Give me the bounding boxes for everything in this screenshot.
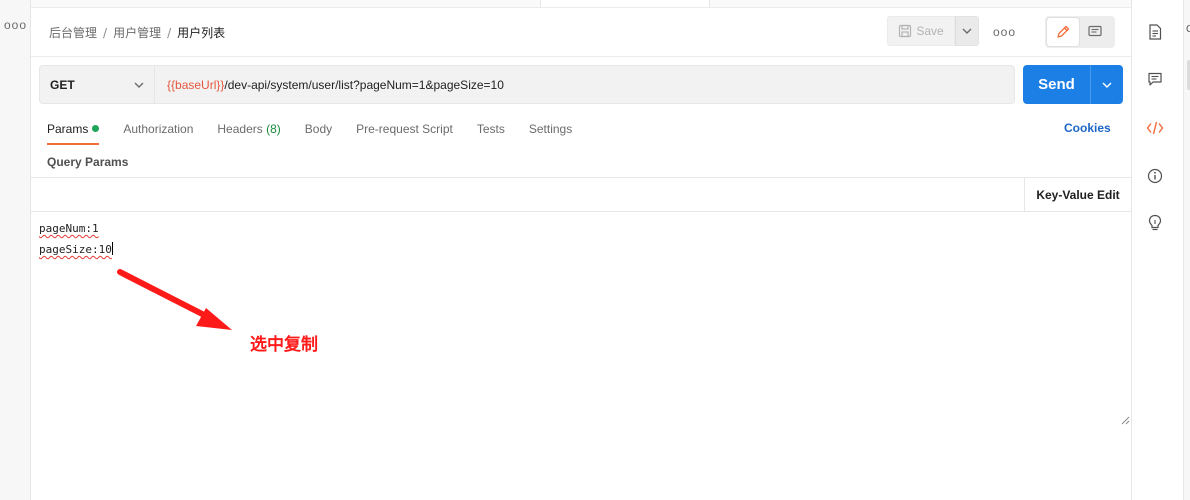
request-header: 后台管理 / 用户管理 / 用户列表 Save ooo — [31, 8, 1131, 57]
url-variable: {{baseUrl}} — [167, 77, 225, 92]
save-label: Save — [916, 24, 944, 38]
params-active-dot — [92, 125, 100, 132]
save-button[interactable]: Save — [887, 16, 955, 46]
tab-strip — [31, 0, 1131, 8]
chevron-down-icon — [1102, 82, 1112, 88]
text-cursor — [111, 242, 113, 255]
url-bar: GET {{baseUrl}}/dev-api/system/user/list… — [39, 65, 1015, 104]
headers-count: (8) — [266, 122, 281, 136]
tab-headers-label: Headers — [217, 122, 263, 136]
bulk-edit-toolbar: Key-Value Edit — [31, 177, 1131, 212]
send-options-button[interactable] — [1090, 65, 1123, 104]
bulk-edit-line-text: pageSize:10 — [39, 243, 112, 256]
right-sidebar — [1131, 0, 1190, 500]
more-options-icon[interactable]: ooo — [4, 18, 27, 32]
lightbulb-icon[interactable] — [1146, 214, 1164, 232]
breadcrumb-current[interactable]: 用户列表 — [177, 26, 225, 40]
save-icon — [899, 24, 912, 38]
query-params-title: Query Params — [47, 155, 129, 169]
method-label: GET — [50, 77, 75, 92]
chevron-down-icon — [134, 82, 144, 88]
breadcrumb-separator: / — [167, 26, 172, 40]
tab-params-label: Params — [47, 122, 89, 136]
tab-params[interactable]: Params — [47, 121, 100, 145]
tab-body[interactable]: Body — [305, 121, 332, 145]
key-value-edit-button[interactable]: Key-Value Edit — [1024, 178, 1131, 211]
tab-headers[interactable]: Headers (8) — [217, 121, 280, 145]
tab-pre-request-script[interactable]: Pre-request Script — [356, 121, 453, 145]
comment-icon — [1088, 25, 1102, 37]
edge-panel-label: C — [1186, 24, 1190, 35]
collapsed-panel-edge: C — [1183, 0, 1190, 500]
more-options-icon[interactable]: ooo — [993, 25, 1016, 39]
documentation-mode-button[interactable] — [1079, 18, 1111, 46]
breadcrumb-item-folder[interactable]: 用户管理 — [113, 26, 161, 40]
active-request-tab[interactable] — [540, 0, 710, 7]
send-button[interactable]: Send — [1023, 65, 1090, 104]
document-icon[interactable] — [1146, 23, 1164, 41]
code-icon[interactable] — [1146, 119, 1164, 137]
tab-authorization[interactable]: Authorization — [123, 121, 193, 145]
pencil-icon — [1057, 25, 1070, 38]
tab-tests[interactable]: Tests — [477, 121, 505, 145]
breadcrumb: 后台管理 / 用户管理 / 用户列表 — [49, 24, 225, 41]
resize-handle-icon[interactable] — [1120, 415, 1130, 425]
annotation-label: 选中复制 — [250, 335, 318, 355]
method-select[interactable]: GET — [39, 65, 155, 104]
breadcrumb-item-collection[interactable]: 后台管理 — [49, 26, 97, 40]
comment-icon[interactable] — [1146, 70, 1164, 88]
send-group: Send — [1023, 65, 1123, 104]
info-icon[interactable] — [1146, 167, 1164, 185]
save-options-button[interactable] — [955, 16, 979, 46]
save-group: Save — [887, 16, 979, 46]
annotation-arrow-icon — [117, 269, 232, 330]
bulk-edit-line: pageNum:1 — [39, 222, 99, 235]
edit-mode-button[interactable] — [1047, 18, 1079, 46]
cookies-link[interactable]: Cookies — [1064, 121, 1111, 135]
bulk-edit-line: pageSize:10 — [39, 242, 113, 256]
breadcrumb-separator: / — [103, 26, 108, 40]
chevron-down-icon — [962, 28, 972, 34]
url-input[interactable]: {{baseUrl}}/dev-api/system/user/list?pag… — [155, 65, 1015, 104]
left-rail: ooo — [0, 0, 31, 500]
request-tabs: Params Authorization Headers (8) Body Pr… — [47, 121, 572, 145]
url-path: /dev-api/system/user/list?pageNum=1&page… — [224, 77, 504, 92]
tab-settings[interactable]: Settings — [529, 121, 572, 145]
view-mode-toggle — [1045, 16, 1115, 48]
